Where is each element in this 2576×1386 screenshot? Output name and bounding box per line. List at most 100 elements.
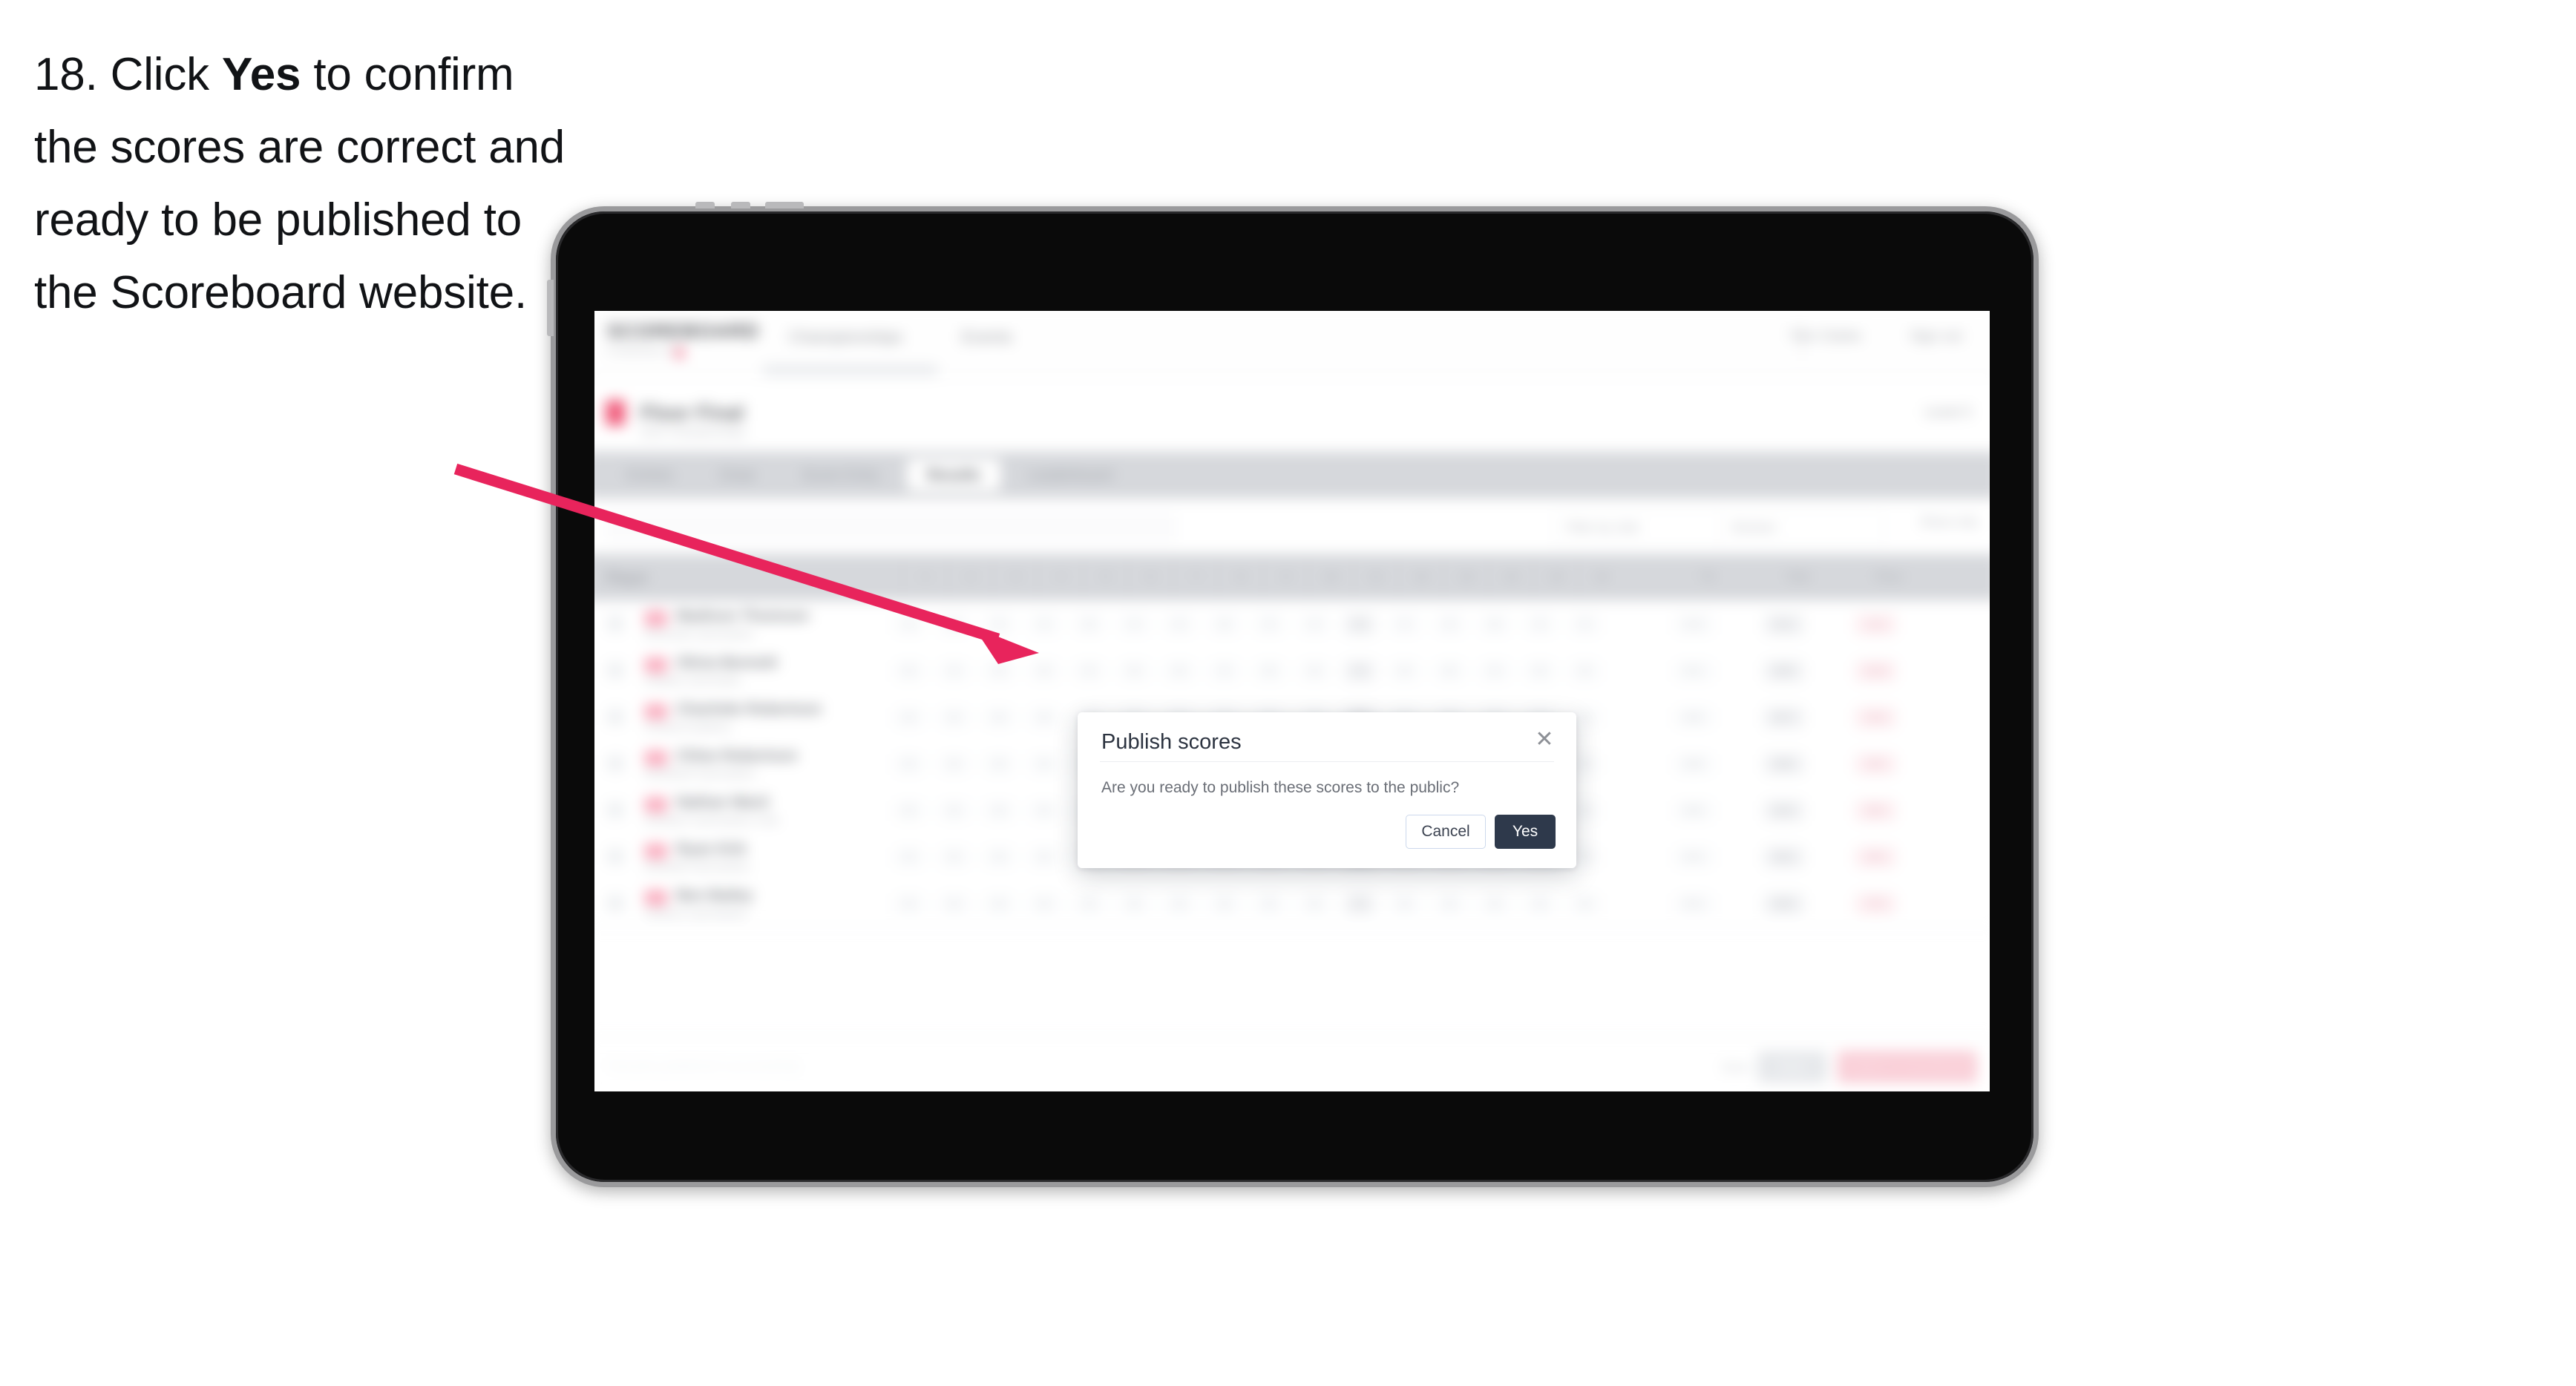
score-cell[interactable]: 8 bbox=[1163, 893, 1196, 915]
score-cell[interactable]: 9 bbox=[1253, 614, 1285, 635]
score-cell[interactable]: 8 bbox=[1163, 660, 1196, 682]
show-only-toggle[interactable]: Show only bbox=[1920, 515, 1979, 530]
score-cell[interactable]: 8 bbox=[983, 847, 1015, 868]
score-cell[interactable]: 8 bbox=[983, 753, 1015, 775]
score-cell[interactable]: 8 bbox=[1434, 660, 1466, 682]
score-cell[interactable]: 9 bbox=[938, 660, 970, 682]
tab-draw[interactable]: Draw bbox=[701, 459, 775, 492]
tab-leaderboard[interactable]: Leaderboard bbox=[1008, 459, 1132, 492]
tab-entries[interactable]: Entries bbox=[607, 459, 693, 492]
score-cell[interactable]: 9 bbox=[1163, 614, 1196, 635]
score-cell[interactable]: 8 bbox=[1253, 893, 1285, 915]
score-cell[interactable]: 9 bbox=[1118, 614, 1150, 635]
score-cell[interactable]: 8 bbox=[983, 800, 1015, 821]
score-cell[interactable]: 8 bbox=[1389, 893, 1421, 915]
score-cell[interactable]: 8 bbox=[983, 707, 1015, 729]
power-button-nub[interactable] bbox=[765, 202, 804, 208]
save-button[interactable]: Save bbox=[1757, 1051, 1827, 1083]
score-cell[interactable]: 8 bbox=[893, 707, 925, 729]
table-row[interactable]: Olivia Bennett Hawkes Gymnastic 8 9 8 8 9 8 8 9 8 8… bbox=[594, 647, 1990, 694]
score-cell[interactable]: 9 bbox=[1569, 614, 1601, 635]
score-cell[interactable]: 8 bbox=[1073, 614, 1106, 635]
score-cell[interactable]: 9 bbox=[1028, 614, 1061, 635]
score-cell[interactable]: 8 bbox=[983, 660, 1015, 682]
score-cell[interactable]: 8 bbox=[1434, 893, 1466, 915]
score-cell[interactable]: 8 bbox=[1299, 893, 1331, 915]
sign-out-link[interactable]: Sign out bbox=[1910, 329, 1962, 345]
close-icon[interactable]: ✕ bbox=[1532, 727, 1557, 752]
score-cell[interactable]: 8 bbox=[1028, 753, 1061, 775]
score-cell[interactable]: 9 bbox=[1478, 660, 1511, 682]
score-cell[interactable]: 8 bbox=[938, 893, 970, 915]
score-cell[interactable]: 8 bbox=[893, 893, 925, 915]
row-checkbox[interactable] bbox=[607, 615, 624, 632]
nav-link-championships[interactable]: Championships bbox=[789, 327, 902, 346]
score-cell[interactable]: 9 bbox=[1299, 614, 1331, 635]
score-cell[interactable]: 8 bbox=[1118, 893, 1150, 915]
row-checkbox[interactable] bbox=[607, 709, 624, 726]
score-cell[interactable]: 9 bbox=[1343, 660, 1376, 682]
score-cell[interactable]: 8 bbox=[1569, 893, 1601, 915]
table-row[interactable]: Ben Bailey Harbour Gymnastics 8 8 8 8 8 8 8 8 8 8 8 8… bbox=[594, 879, 1990, 927]
score-cell[interactable]: 8 bbox=[1073, 893, 1106, 915]
score-cell[interactable]: 8 bbox=[1028, 800, 1061, 821]
score-cell[interactable]: 8 bbox=[1569, 660, 1601, 682]
volume-button-nub[interactable] bbox=[695, 202, 715, 208]
score-cell[interactable]: 9 bbox=[1434, 614, 1466, 635]
score-cell[interactable]: 8 bbox=[1028, 707, 1061, 729]
publish-to-scoreboard-button[interactable]: Publish to Scoreboard bbox=[1837, 1051, 1977, 1083]
search-input[interactable] bbox=[606, 511, 1177, 542]
td-cell: 9.3 bbox=[1674, 614, 1714, 635]
yes-button[interactable]: Yes bbox=[1495, 815, 1556, 849]
score-cell[interactable]: 8 bbox=[893, 660, 925, 682]
tab-score-entry[interactable]: Score Entry bbox=[782, 459, 899, 492]
score-cell[interactable]: 8 bbox=[938, 753, 970, 775]
score-cell[interactable]: 8 bbox=[1343, 614, 1376, 635]
row-checkbox[interactable] bbox=[607, 755, 624, 772]
user-name-label[interactable]: Tom Clarke bbox=[1789, 329, 1861, 345]
volume-button-nub[interactable] bbox=[731, 202, 750, 208]
score-cell[interactable]: 8 bbox=[1253, 660, 1285, 682]
score-cell[interactable]: 9 bbox=[893, 614, 925, 635]
score-cell[interactable]: 8 bbox=[938, 800, 970, 821]
score-cell[interactable]: 8 bbox=[1524, 660, 1556, 682]
country-flag-icon bbox=[644, 657, 668, 673]
score-cell[interactable]: 9 bbox=[983, 614, 1015, 635]
score-cell[interactable]: 8 bbox=[1389, 660, 1421, 682]
score-cell[interactable]: 8 bbox=[1208, 614, 1241, 635]
score-cell[interactable]: 8 bbox=[1028, 660, 1061, 682]
score-cell[interactable]: 8 bbox=[938, 614, 970, 635]
score-cell[interactable]: 8 bbox=[1118, 660, 1150, 682]
score-cell[interactable]: 8 bbox=[893, 847, 925, 868]
score-cell[interactable]: 8 bbox=[1478, 614, 1511, 635]
score-cell[interactable]: 8 bbox=[983, 893, 1015, 915]
score-cell[interactable]: 8 bbox=[1343, 893, 1376, 915]
row-checkbox[interactable] bbox=[607, 895, 624, 912]
club-filter-select[interactable]: Filter by club bbox=[1553, 510, 1722, 545]
brand-logo[interactable]: SCOREBOARD bbox=[607, 320, 759, 343]
tab-results[interactable]: Results bbox=[907, 459, 1000, 492]
division-filter-select[interactable]: Division bbox=[1718, 510, 1884, 545]
player-club: Central Academy bbox=[644, 720, 731, 734]
row-checkbox[interactable] bbox=[607, 848, 624, 865]
table-row[interactable]: Madison Thomson Riverside Gymnastics 9 8 9 9 8… bbox=[594, 600, 1990, 648]
score-cell[interactable]: 8 bbox=[1299, 660, 1331, 682]
score-cell[interactable]: 8 bbox=[1478, 893, 1511, 915]
score-cell[interactable]: 9 bbox=[1389, 614, 1421, 635]
score-cell[interactable]: 8 bbox=[1524, 893, 1556, 915]
score-cell[interactable]: 8 bbox=[938, 707, 970, 729]
row-checkbox[interactable] bbox=[607, 662, 624, 679]
side-button[interactable] bbox=[547, 280, 554, 336]
row-checkbox[interactable] bbox=[607, 801, 624, 818]
score-cell[interactable]: 9 bbox=[1208, 660, 1241, 682]
score-cell[interactable]: 8 bbox=[1028, 847, 1061, 868]
score-cell[interactable]: 8 bbox=[1028, 893, 1061, 915]
nav-link-events[interactable]: Events bbox=[962, 327, 1012, 346]
score-cell[interactable]: 8 bbox=[893, 753, 925, 775]
score-cell[interactable]: 8 bbox=[893, 800, 925, 821]
score-cell[interactable]: 8 bbox=[1208, 893, 1241, 915]
score-cell[interactable]: 9 bbox=[1524, 614, 1556, 635]
score-cell[interactable]: 8 bbox=[938, 847, 970, 868]
score-cell[interactable]: 9 bbox=[1073, 660, 1106, 682]
cancel-button[interactable]: Cancel bbox=[1406, 815, 1486, 849]
